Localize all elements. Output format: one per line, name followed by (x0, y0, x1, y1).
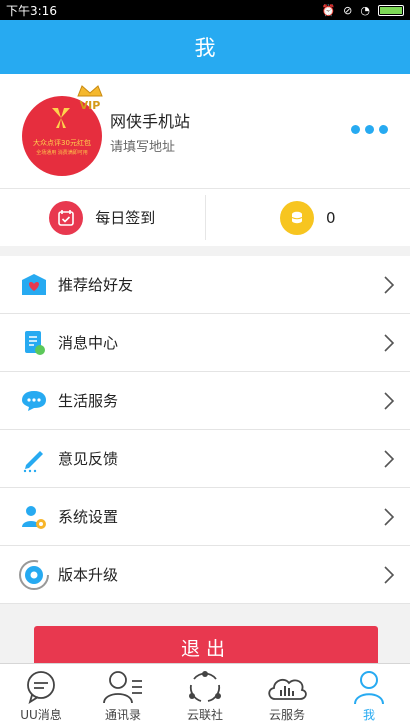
svg-text:VIP: VIP (80, 99, 101, 112)
message-center-icon (18, 327, 50, 359)
battery-icon (378, 4, 404, 16)
chat-icon (27, 671, 55, 705)
chevron-right-icon (384, 333, 395, 352)
feedback-icon (18, 443, 50, 475)
avatar-text-1: 大众点评30元红包 (33, 139, 91, 147)
cloud-community-icon (189, 671, 221, 702)
menu-list: 推荐给好友 消息中心 生活服务 意见反馈 系统设置 版本升级 (0, 256, 410, 604)
quick-actions: 每日签到 0 (0, 188, 410, 246)
chevron-right-icon (384, 275, 395, 294)
tab-uu-messages[interactable]: UU消息 (0, 664, 82, 725)
logout-button[interactable]: 退出 (34, 626, 378, 668)
alarm-icon: ⏰ (321, 3, 336, 17)
chevron-right-icon (384, 449, 395, 468)
avatar-text-2: 全场通用 消费满即可用 (36, 150, 88, 156)
tab-contacts[interactable]: 通讯录 (82, 664, 164, 725)
coins-button[interactable]: 0 (206, 189, 410, 246)
menu-item-feedback[interactable]: 意见反馈 (0, 430, 410, 488)
coins-icon (279, 200, 314, 235)
recommend-icon (18, 269, 50, 301)
wifi-icon: ◔ (360, 3, 370, 17)
checkin-label: 每日签到 (95, 209, 156, 227)
chevron-right-icon (384, 507, 395, 526)
tab-cloud-community[interactable]: 云联社 (164, 664, 246, 725)
upgrade-icon (18, 559, 50, 591)
menu-item-upgrade[interactable]: 版本升级 (0, 546, 410, 604)
ribbon-icon (52, 108, 70, 128)
bottom-tab-bar: UU消息 通讯录 云联社 云服务 我 (0, 663, 410, 725)
no-sim-icon: ⊘ (343, 3, 353, 17)
profile-name: 网侠手机站 (110, 112, 191, 131)
checkin-button[interactable]: 每日签到 (0, 189, 205, 246)
life-service-icon (18, 385, 50, 417)
tab-me[interactable]: 我 (328, 664, 410, 725)
coins-value: 0 (325, 208, 336, 227)
settings-icon (18, 501, 50, 533)
status-time: 下午3:16 (6, 3, 57, 18)
chevron-right-icon (384, 391, 395, 410)
profile-address[interactable]: 请填写地址 (110, 136, 175, 155)
page-title: 我 (0, 20, 410, 74)
chevron-right-icon (384, 565, 395, 584)
calendar-check-icon (49, 200, 84, 235)
status-bar: 下午3:16 ⏰ ⊘ ◔ (0, 0, 410, 20)
menu-item-message-center[interactable]: 消息中心 (0, 314, 410, 372)
contacts-icon (103, 671, 142, 704)
profile-card[interactable]: 大众点评30元红包 全场通用 消费满即可用 VIP 网侠手机站 请填写地址 (0, 74, 410, 188)
tab-cloud-service[interactable]: 云服务 (246, 664, 328, 725)
more-icon[interactable] (351, 125, 388, 134)
cloud-service-icon (268, 678, 307, 700)
me-icon (354, 671, 384, 705)
vip-crown-icon: VIP (77, 85, 103, 112)
menu-item-recommend[interactable]: 推荐给好友 (0, 256, 410, 314)
menu-item-settings[interactable]: 系统设置 (0, 488, 410, 546)
menu-item-life-service[interactable]: 生活服务 (0, 372, 410, 430)
